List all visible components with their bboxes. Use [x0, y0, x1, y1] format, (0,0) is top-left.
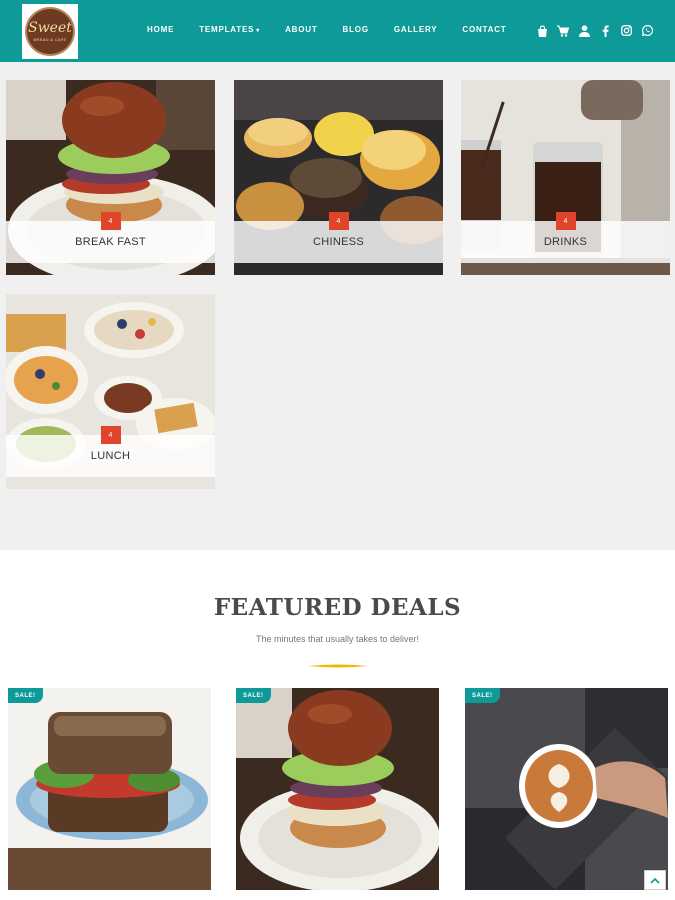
sale-badge: SALE! [465, 688, 500, 703]
deal-card-latte[interactable]: SALE! [465, 688, 668, 890]
header-icons [527, 24, 653, 37]
sale-badge: SALE! [8, 688, 43, 703]
logo-subtext: BREAD & CAFE [33, 37, 67, 42]
site-logo[interactable]: Sweet BREAD & CAFE [22, 4, 78, 59]
category-label: LUNCH [90, 450, 131, 462]
category-count-badge: 4 [100, 426, 121, 444]
category-label: BREAK FAST [75, 236, 146, 248]
sale-badge: SALE! [236, 688, 271, 703]
nav-home-label: HOME [147, 25, 175, 34]
chevron-down-icon: ▾ [256, 28, 261, 34]
category-card-lunch[interactable]: 4 LUNCH [6, 294, 215, 489]
category-label: CHINESS [313, 236, 364, 248]
logo-badge: Sweet BREAD & CAFE [25, 7, 75, 56]
main-nav: HOME TEMPLATES ▾ ABOUT BLOG GALLERY CONTA… [147, 25, 532, 34]
category-count-badge: 4 [100, 212, 121, 230]
category-label: DRINKS [543, 236, 588, 248]
nav-gallery[interactable]: GALLERY [394, 25, 438, 34]
section-divider [308, 664, 368, 668]
category-section: 4 BREAK FAST 4 CHINESS 4 DRINKS 4 LUNCH [0, 62, 675, 550]
nav-about[interactable]: ABOUT [285, 25, 317, 34]
cart-icon[interactable] [557, 24, 569, 37]
category-card-break-fast[interactable]: 4 BREAK FAST [6, 80, 215, 275]
category-count-badge: 4 [328, 212, 349, 230]
sandwich-photo [8, 688, 211, 890]
category-card-drinks[interactable]: 4 DRINKS [461, 80, 670, 275]
nav-gallery-label: GALLERY [393, 25, 438, 34]
bag-icon[interactable] [536, 24, 548, 37]
nav-templates[interactable]: TEMPLATES ▾ [199, 25, 260, 34]
nav-contact[interactable]: CONTACT [462, 25, 506, 34]
burger-photo [236, 688, 439, 890]
deal-card-burger[interactable]: SALE! [236, 688, 439, 890]
nav-home[interactable]: HOME [147, 25, 174, 34]
nav-templates-label: TEMPLATES [199, 25, 255, 34]
category-count-badge: 4 [555, 212, 576, 230]
nav-blog-label: BLOG [342, 25, 369, 34]
category-card-chiness[interactable]: 4 CHINESS [234, 80, 443, 275]
facebook-icon[interactable] [599, 24, 611, 37]
deal-card-sandwich[interactable]: SALE! [8, 688, 211, 890]
chevron-up-icon [650, 877, 660, 884]
featured-subtitle: The minutes that usually takes to delive… [255, 634, 420, 644]
whatsapp-icon[interactable] [641, 24, 653, 37]
logo-text: Sweet [28, 20, 72, 36]
instagram-icon[interactable] [620, 24, 632, 37]
nav-contact-label: CONTACT [462, 25, 507, 34]
nav-about-label: ABOUT [285, 25, 318, 34]
user-icon[interactable] [578, 24, 590, 37]
latte-art-photo [465, 688, 668, 890]
featured-title: FEATURED DEALS [213, 594, 462, 621]
nav-blog[interactable]: BLOG [343, 25, 369, 34]
scroll-to-top-button[interactable] [644, 870, 666, 890]
site-header: Sweet BREAD & CAFE HOME TEMPLATES ▾ ABOUT… [0, 0, 675, 62]
